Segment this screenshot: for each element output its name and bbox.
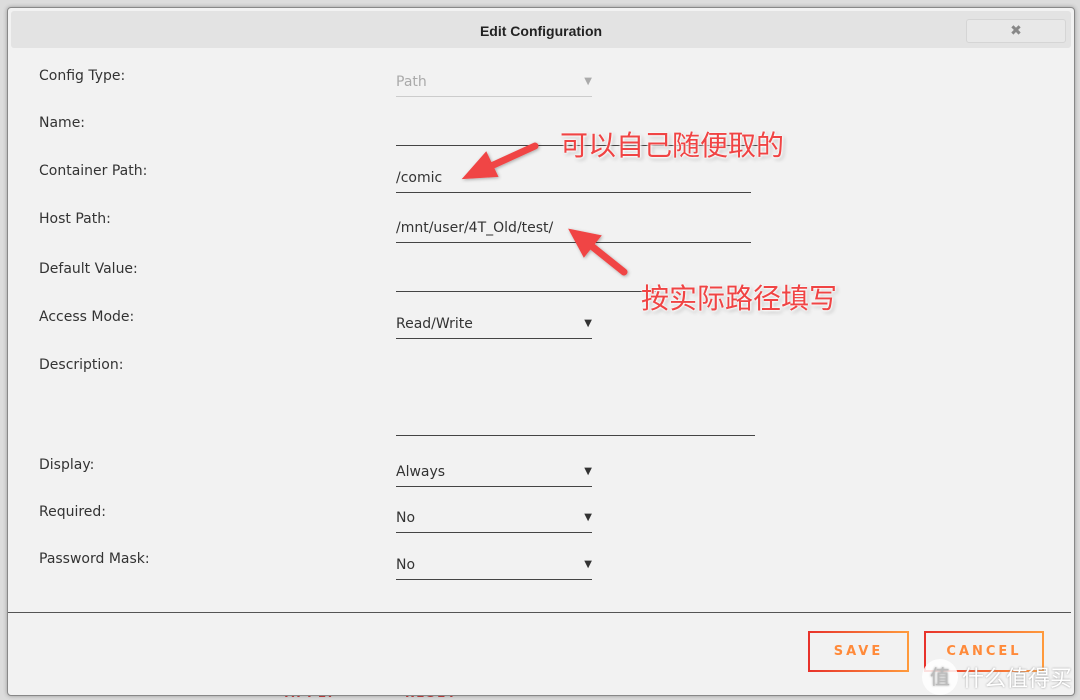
arrow-head-icon bbox=[461, 151, 499, 180]
watermark-text: 什么值得买 bbox=[961, 667, 1072, 692]
annotation-path-note: 按实际路径填写 bbox=[641, 282, 838, 315]
annotation-name-note: 可以自己随便取的 bbox=[560, 129, 785, 162]
watermark: 值 什么值得买 bbox=[921, 659, 1072, 695]
watermark-logo: 值 bbox=[921, 659, 958, 695]
annotation-arrows bbox=[461, 142, 628, 276]
